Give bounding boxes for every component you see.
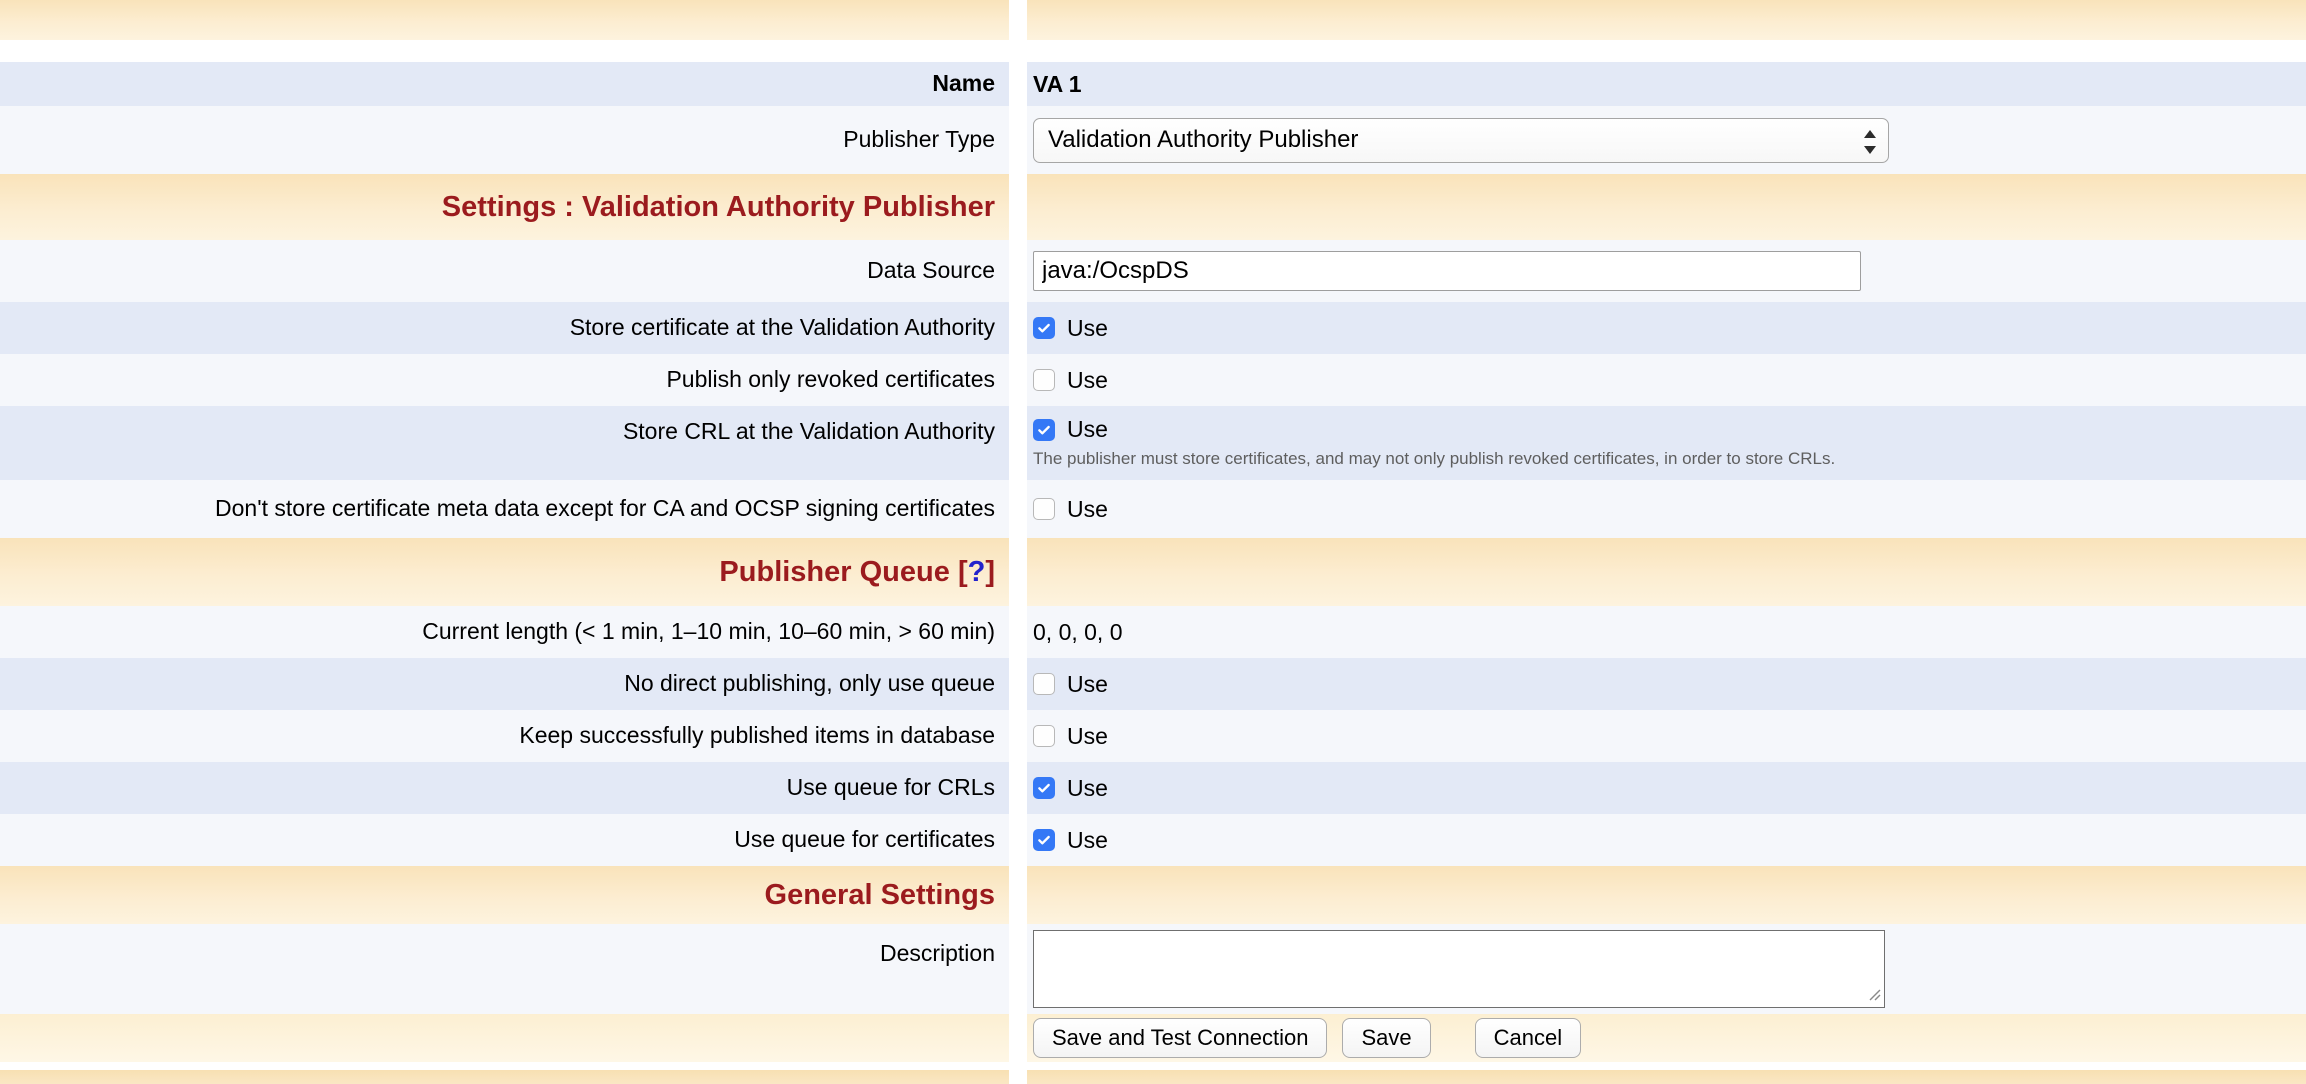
store-certificate-checkbox[interactable] — [1033, 317, 1055, 339]
publisher-type-selected-value: Validation Authority Publisher — [1048, 126, 1358, 154]
use-queue-crls-use-label: Use — [1067, 775, 1108, 802]
description-label: Description — [880, 940, 995, 968]
publisher-queue-section-header: Publisher Queue [?] — [0, 538, 2306, 606]
keep-published-items-row: Keep successfully published items in dat… — [0, 710, 2306, 762]
store-crl-label: Store CRL at the Validation Authority — [623, 418, 995, 446]
keep-published-items-use-label: Use — [1067, 723, 1108, 750]
store-crl-use-label: Use — [1067, 416, 1108, 443]
use-queue-certificates-label: Use queue for certificates — [734, 826, 995, 854]
use-queue-certificates-row: Use queue for certificates Use — [0, 814, 2306, 866]
data-source-label: Data Source — [867, 257, 995, 285]
queue-current-length-label: Current length (< 1 min, 1–10 min, 10–60… — [422, 618, 995, 646]
settings-section-header: Settings : Validation Authority Publishe… — [0, 174, 2306, 240]
check-icon — [1036, 832, 1052, 848]
dont-store-meta-row: Don't store certificate meta data except… — [0, 480, 2306, 538]
save-button[interactable]: Save — [1342, 1018, 1430, 1058]
publisher-queue-section-title: Publisher Queue [?] — [719, 556, 995, 589]
data-source-row: Data Source — [0, 240, 2306, 302]
store-crl-row: Store CRL at the Validation Authority Us… — [0, 406, 2306, 480]
use-queue-crls-row: Use queue for CRLs Use — [0, 762, 2306, 814]
publisher-queue-help-link[interactable]: ? — [968, 556, 986, 588]
publish-only-revoked-label: Publish only revoked certificates — [666, 366, 995, 394]
bracket-close: ] — [985, 556, 995, 588]
publish-only-revoked-checkbox[interactable] — [1033, 369, 1055, 391]
name-label: Name — [932, 70, 995, 98]
queue-current-length-value: 0, 0, 0, 0 — [1033, 619, 1123, 646]
general-settings-section-header: General Settings — [0, 866, 2306, 924]
store-certificate-label: Store certificate at the Validation Auth… — [570, 314, 995, 342]
select-stepper-icon — [1860, 126, 1880, 163]
use-queue-certificates-checkbox[interactable] — [1033, 829, 1055, 851]
publish-only-revoked-use-label: Use — [1067, 367, 1108, 394]
cancel-button[interactable]: Cancel — [1475, 1018, 1581, 1058]
store-certificate-use-label: Use — [1067, 315, 1108, 342]
save-and-test-connection-button[interactable]: Save and Test Connection — [1033, 1018, 1327, 1058]
dont-store-meta-checkbox[interactable] — [1033, 498, 1055, 520]
dont-store-meta-use-label: Use — [1067, 496, 1108, 523]
publish-only-revoked-row: Publish only revoked certificates Use — [0, 354, 2306, 406]
queue-current-length-row: Current length (< 1 min, 1–10 min, 10–60… — [0, 606, 2306, 658]
top-band — [0, 0, 2306, 40]
actions-row: Save and Test Connection Save Cancel — [0, 1014, 2306, 1062]
dont-store-meta-label: Don't store certificate meta data except… — [215, 495, 995, 523]
no-direct-publishing-row: No direct publishing, only use queue Use — [0, 658, 2306, 710]
no-direct-publishing-use-label: Use — [1067, 671, 1108, 698]
name-row: Name VA 1 — [0, 62, 2306, 106]
description-row: Description — [0, 924, 2306, 1014]
check-icon — [1036, 780, 1052, 796]
publisher-type-label: Publisher Type — [843, 126, 995, 154]
bottom-band — [0, 1070, 2306, 1084]
store-crl-checkbox[interactable] — [1033, 419, 1055, 441]
check-icon — [1036, 422, 1052, 438]
no-direct-publishing-checkbox[interactable] — [1033, 673, 1055, 695]
keep-published-items-checkbox[interactable] — [1033, 725, 1055, 747]
data-source-input[interactable] — [1033, 251, 1861, 291]
keep-published-items-label: Keep successfully published items in dat… — [519, 722, 995, 750]
publisher-type-row: Publisher Type Validation Authority Publ… — [0, 106, 2306, 174]
edit-publisher-page: Name VA 1 Publisher Type Validation Auth… — [0, 0, 2306, 1084]
store-certificate-row: Store certificate at the Validation Auth… — [0, 302, 2306, 354]
use-queue-crls-checkbox[interactable] — [1033, 777, 1055, 799]
name-value: VA 1 — [1033, 71, 1082, 98]
use-queue-crls-label: Use queue for CRLs — [787, 774, 995, 802]
description-textarea[interactable] — [1033, 930, 1885, 1008]
publisher-type-select[interactable]: Validation Authority Publisher — [1033, 118, 1889, 163]
bracket-open: [ — [958, 556, 968, 588]
settings-section-title: Settings : Validation Authority Publishe… — [442, 191, 995, 224]
general-settings-section-title: General Settings — [765, 879, 995, 912]
store-crl-note: The publisher must store certificates, a… — [1033, 449, 1835, 469]
check-icon — [1036, 320, 1052, 336]
publisher-queue-title-text: Publisher Queue — [719, 556, 949, 588]
use-queue-certificates-use-label: Use — [1067, 827, 1108, 854]
no-direct-publishing-label: No direct publishing, only use queue — [624, 670, 995, 698]
